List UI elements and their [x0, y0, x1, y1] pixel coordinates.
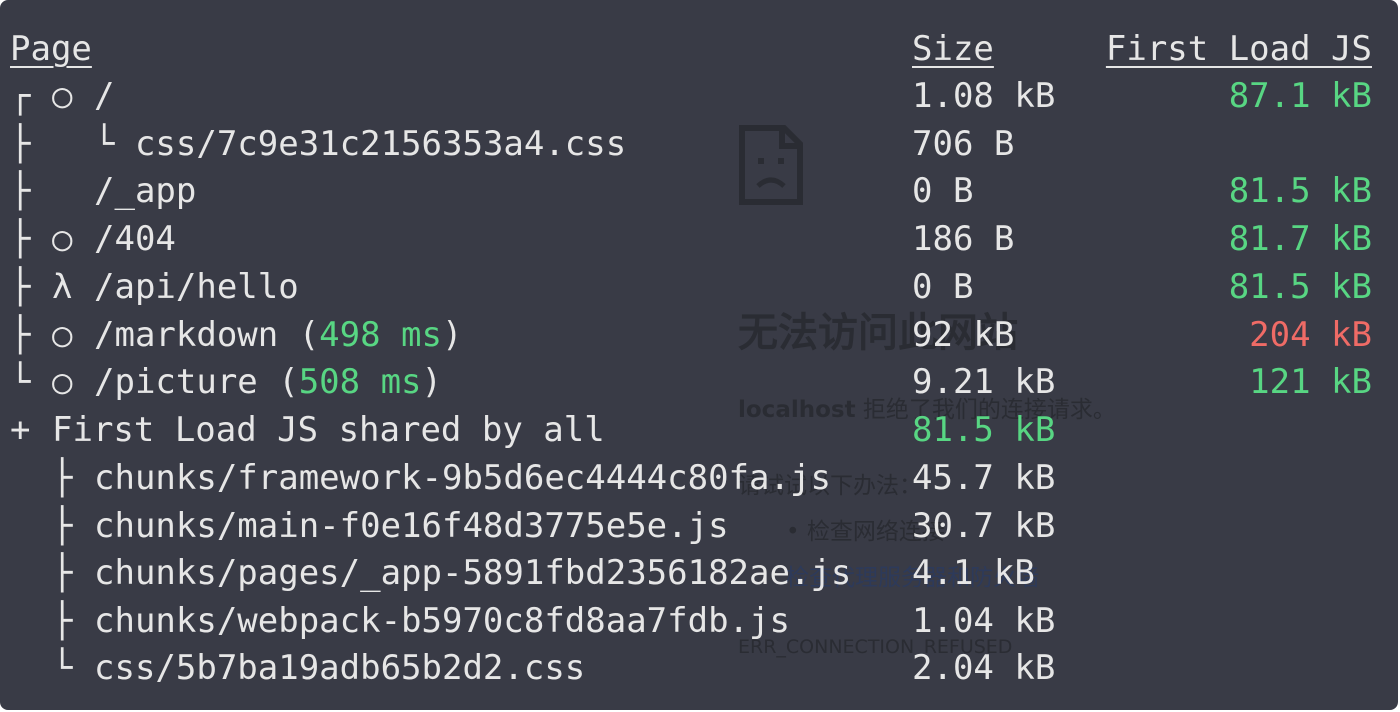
- sad-page-icon: [739, 125, 803, 205]
- route-path: /api/hello: [94, 267, 299, 307]
- build-time: 508 ms: [298, 362, 422, 402]
- tree-connector: ├: [10, 267, 31, 307]
- chunk-tree-connector: └: [52, 648, 73, 688]
- header-page: Page: [10, 29, 92, 69]
- route-type-symbol: λ: [52, 267, 73, 307]
- route-first-load: 81.5 kB: [1228, 171, 1372, 211]
- chunk-name: css/5b7ba19adb65b2d2.css: [94, 648, 586, 688]
- route-size: 706 B: [912, 124, 1015, 164]
- terminal-window: 无法访问此网站 localhost 拒绝了我们的连接请求。 请试试以下办法： •…: [0, 0, 1398, 710]
- route-path: /markdown (498 ms): [94, 315, 463, 355]
- chunk-name: chunks/webpack-b5970c8fd8aa7fdb.js: [94, 601, 790, 641]
- chunk-tree-connector: ├: [52, 458, 73, 498]
- route-type-symbol: ○: [52, 315, 73, 355]
- tree-connector: ├: [10, 124, 31, 164]
- header-size: Size: [912, 29, 994, 69]
- route-first-load: 121 kB: [1249, 362, 1372, 402]
- route-first-load: 204 kB: [1249, 315, 1372, 355]
- route-type-symbol: ○: [52, 362, 73, 402]
- tree-connector: ┌: [10, 76, 31, 116]
- tree-connector: ├: [10, 171, 31, 211]
- chunk-name: chunks/main-f0e16f48d3775e5e.js: [94, 506, 729, 546]
- route-path: /_app: [94, 171, 197, 211]
- route-size: 0 B: [912, 267, 974, 307]
- build-time: 498 ms: [319, 315, 442, 355]
- chunk-tree-connector: ├: [52, 553, 73, 593]
- chunk-size: 30.7 kB: [912, 506, 1056, 546]
- route-type-symbol: ○: [52, 219, 73, 259]
- route-first-load: 81.5 kB: [1228, 267, 1372, 307]
- chunk-name: chunks/framework-9b5d6ec4444c80fa.js: [94, 458, 831, 498]
- route-size: 0 B: [912, 171, 974, 211]
- tree-connector: ├: [10, 219, 31, 259]
- chunk-tree-connector: ├: [52, 506, 73, 546]
- route-size: 92 kB: [912, 315, 1015, 355]
- route-path: └ css/7c9e31c2156353a4.css: [94, 124, 627, 164]
- route-path: /picture (508 ms): [94, 362, 443, 402]
- route-path: /: [94, 76, 115, 116]
- chunk-size: 45.7 kB: [912, 458, 1056, 498]
- chunk-size: 2.04 kB: [912, 648, 1056, 688]
- header-first-load: First Load JS: [1105, 29, 1372, 69]
- chunk-size: 4.1 kB: [912, 553, 1035, 593]
- chunk-name: chunks/pages/_app-5891fbd2356182ae.js: [94, 553, 852, 593]
- shared-label: First Load JS shared by all: [52, 410, 605, 450]
- tree-connector: └: [10, 362, 31, 402]
- route-size: 186 B: [912, 219, 1015, 259]
- chunk-tree-connector: ├: [52, 601, 73, 641]
- route-first-load: 81.7 kB: [1228, 219, 1372, 259]
- route-type-symbol: ○: [52, 76, 73, 116]
- route-path: /404: [94, 219, 176, 259]
- route-first-load: 87.1 kB: [1228, 76, 1372, 116]
- shared-size: 81.5 kB: [912, 410, 1056, 450]
- tree-connector: ├: [10, 315, 31, 355]
- chunk-size: 1.04 kB: [912, 601, 1056, 641]
- error-host: localhost: [738, 397, 856, 423]
- shared-prefix: +: [10, 410, 31, 450]
